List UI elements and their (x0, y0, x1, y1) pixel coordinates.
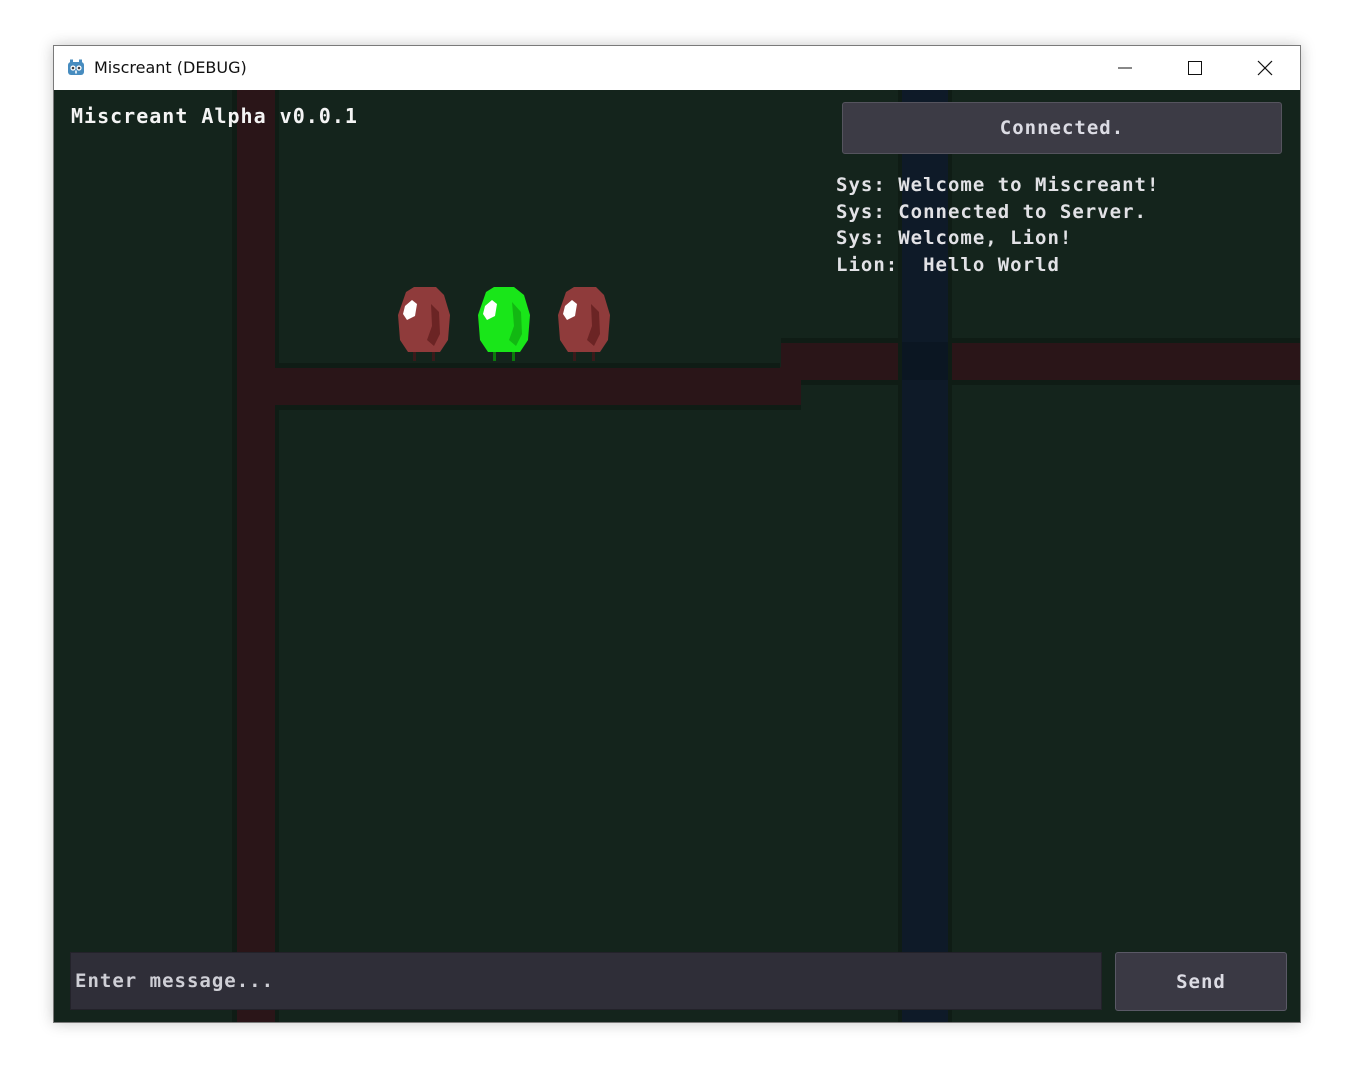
connection-status-button[interactable]: Connected. (842, 102, 1282, 154)
chat-line: Sys: Welcome to Miscreant! (836, 172, 1276, 199)
send-button[interactable]: Send (1115, 952, 1287, 1011)
chat-message: Welcome to Miscreant! (898, 174, 1160, 196)
minimize-icon (1117, 60, 1133, 76)
maximize-icon (1187, 60, 1203, 76)
close-button[interactable] (1230, 46, 1300, 90)
chat-message: Hello World (910, 253, 1060, 276)
dirt-column (237, 90, 275, 1022)
maximize-button[interactable] (1160, 46, 1230, 90)
message-input[interactable] (70, 952, 1102, 1010)
local-player (478, 287, 530, 361)
chat-sender: Lion: (836, 253, 899, 276)
chat-message: Welcome, Lion! (898, 227, 1073, 249)
close-icon (1257, 60, 1273, 76)
dirt-floor-left (237, 367, 801, 405)
chat-line: Sys: Connected to Server. (836, 199, 1276, 226)
game-viewport[interactable]: Miscreant Alpha v0.0.1 Connected. Sys: W… (54, 90, 1300, 1022)
remote-player-1 (398, 287, 450, 361)
chat-line: Lion: Hello World (836, 252, 1276, 279)
window-title: Miscreant (DEBUG) (94, 58, 247, 77)
chat-sender: Sys: (836, 174, 886, 196)
dirt-floor-right (781, 342, 1300, 380)
version-label: Miscreant Alpha v0.0.1 (71, 104, 358, 128)
godot-icon (66, 58, 86, 78)
chat-message: Connected to Server. (898, 200, 1147, 223)
remote-player-2 (558, 287, 610, 361)
game-window: Miscreant (DEBUG) Miscreant Alpha v0.0.1… (53, 45, 1301, 1023)
chat-line: Sys: Welcome, Lion! (836, 225, 1276, 252)
chat-log: Sys: Welcome to Miscreant! Sys: Connecte… (836, 172, 1276, 278)
chat-sender: Sys: (836, 200, 886, 223)
title-bar[interactable]: Miscreant (DEBUG) (54, 46, 1300, 90)
chat-sender: Sys: (836, 227, 886, 249)
minimize-button[interactable] (1090, 46, 1160, 90)
